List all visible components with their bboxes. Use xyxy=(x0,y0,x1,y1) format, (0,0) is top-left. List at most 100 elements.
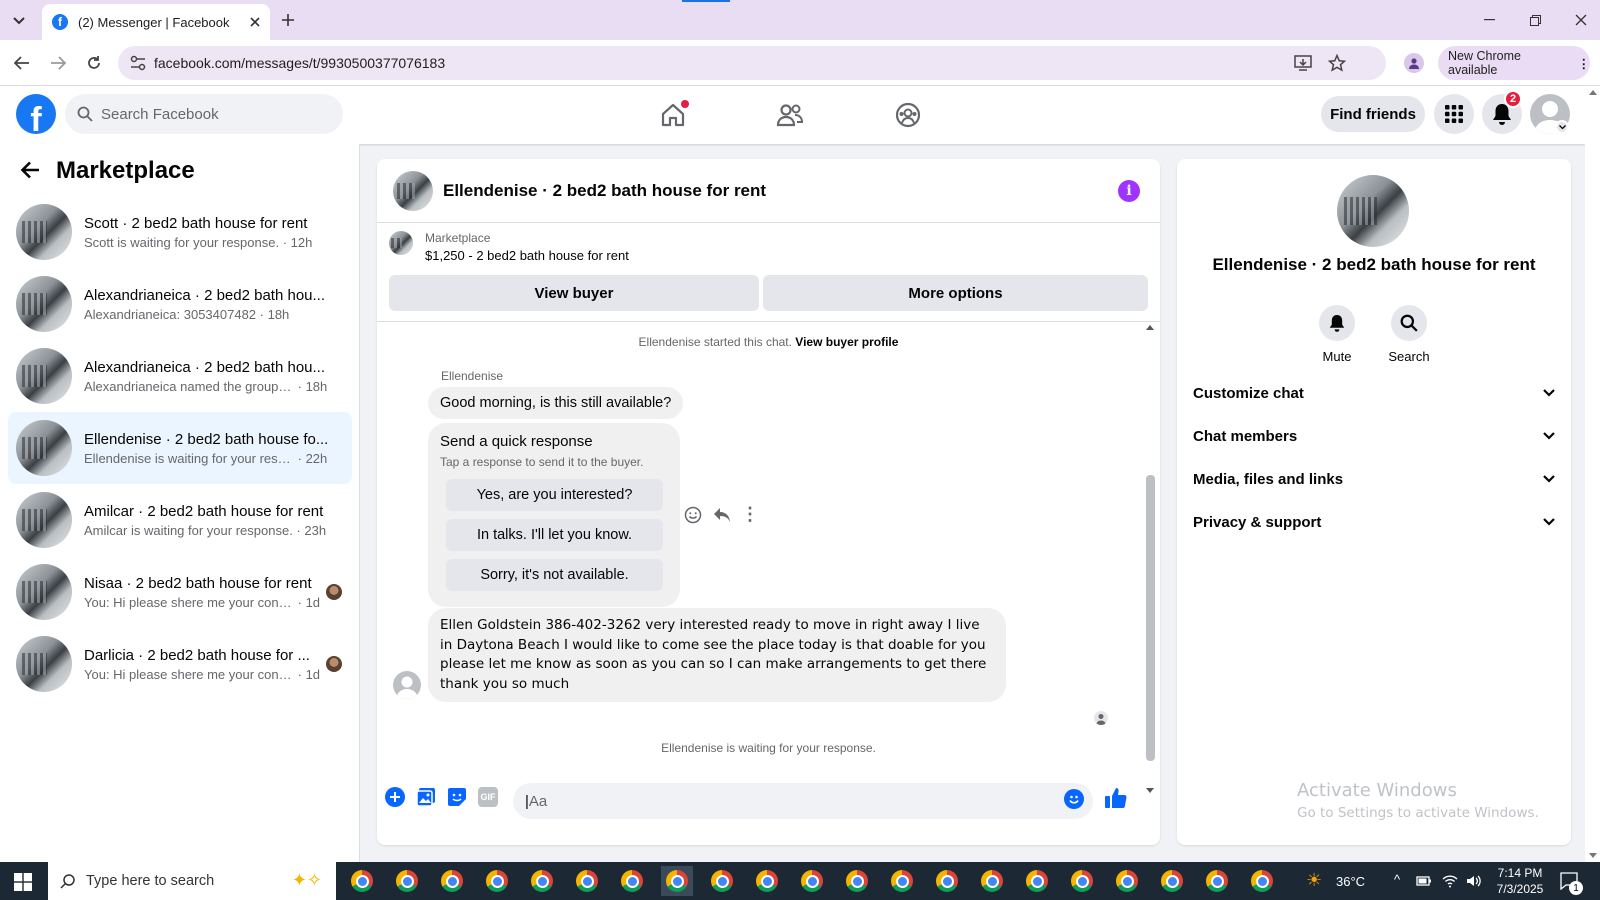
nav-friends[interactable] xyxy=(762,94,818,136)
taskbar-app-chrome[interactable] xyxy=(796,866,828,896)
restore-button[interactable] xyxy=(1512,0,1558,40)
notifications-button[interactable]: 2 xyxy=(1482,90,1522,134)
taskbar-app-chrome[interactable] xyxy=(481,866,513,896)
new-tab-button[interactable] xyxy=(277,9,299,31)
more-options-button[interactable]: More options xyxy=(763,275,1148,311)
conversation-item[interactable]: Darlicia · 2 bed2 bath house for ... You… xyxy=(8,628,352,700)
wifi-icon[interactable] xyxy=(1442,874,1458,888)
taskbar-app-chrome[interactable] xyxy=(841,866,873,896)
nav-groups[interactable] xyxy=(880,94,936,136)
chat-members-row[interactable]: Chat members xyxy=(1193,416,1555,456)
privacy-support-row[interactable]: Privacy & support xyxy=(1193,502,1555,542)
chat-title[interactable]: Ellendenise · 2 bed2 bath house for rent xyxy=(443,181,766,201)
clock[interactable]: 7:14 PM 7/3/2025 xyxy=(1492,865,1548,897)
scroll-down-arrow-icon[interactable] xyxy=(1589,853,1597,858)
react-button[interactable] xyxy=(684,506,702,524)
taskbar-app-chrome[interactable] xyxy=(526,866,558,896)
page-scrollbar[interactable] xyxy=(1585,86,1600,862)
conversation-item[interactable]: Scott · 2 bed2 bath house for rent Scott… xyxy=(8,196,352,268)
sticker-button[interactable] xyxy=(447,787,467,807)
reply-button[interactable] xyxy=(713,507,731,523)
minimize-button[interactable] xyxy=(1466,0,1512,40)
notification-center-button[interactable]: 1 xyxy=(1560,872,1583,895)
site-settings-icon[interactable] xyxy=(130,55,146,71)
back-to-chats-button[interactable] xyxy=(20,161,40,179)
taskbar-app-chrome[interactable] xyxy=(706,866,738,896)
taskbar-app-chrome-active[interactable] xyxy=(661,866,693,896)
facebook-logo[interactable]: f xyxy=(16,94,56,134)
taskbar-app-chrome[interactable] xyxy=(976,866,1008,896)
taskbar-app-chrome[interactable] xyxy=(391,866,423,896)
more-actions-icon[interactable]: ⋮ xyxy=(741,504,759,525)
media-files-links-row[interactable]: Media, files and links xyxy=(1193,459,1555,499)
close-tab-icon[interactable] xyxy=(250,17,260,27)
profile-button[interactable] xyxy=(1404,53,1424,73)
browser-tab-messenger[interactable]: f (2) Messenger | Facebook xyxy=(42,4,270,40)
nav-home[interactable] xyxy=(645,94,701,136)
taskbar-app-chrome[interactable] xyxy=(1156,866,1188,896)
bookmark-star-icon[interactable] xyxy=(1328,54,1346,72)
conversation-item[interactable]: Alexandrianeica · 2 bed2 bath hou... Ale… xyxy=(8,340,352,412)
like-button[interactable] xyxy=(1104,786,1128,810)
account-menu-chevron[interactable] xyxy=(1555,120,1569,134)
taskbar-app-chrome[interactable] xyxy=(436,866,468,896)
message-bubble[interactable]: Good morning, is this still available? xyxy=(428,387,684,419)
mute-button[interactable]: Mute xyxy=(1307,305,1367,364)
info-icon[interactable]: i xyxy=(1118,180,1140,202)
taskbar-app-chrome[interactable] xyxy=(1246,866,1278,896)
more-actions-button[interactable] xyxy=(385,787,405,807)
reply-arrow-icon xyxy=(714,508,730,522)
search-in-chat-button[interactable]: Search xyxy=(1379,305,1439,364)
weather-icon[interactable]: ☀ xyxy=(1306,870,1322,891)
facebook-search-input[interactable]: Search Facebook xyxy=(65,94,343,134)
taskbar-app-chrome[interactable] xyxy=(1066,866,1098,896)
forward-button[interactable] xyxy=(44,49,72,77)
taskbar-app-chrome[interactable] xyxy=(1111,866,1143,896)
install-app-icon[interactable] xyxy=(1294,55,1312,71)
kebab-menu-icon: ⋮ xyxy=(1577,56,1591,71)
back-button[interactable] xyxy=(8,49,36,77)
start-button[interactable] xyxy=(14,873,32,891)
taskbar-search-input[interactable]: Type here to search ✦✧ xyxy=(48,862,336,900)
battery-icon[interactable] xyxy=(1416,875,1432,887)
info-avatar[interactable] xyxy=(1337,175,1409,247)
quick-reply-button[interactable]: Sorry, it's not available. xyxy=(446,559,663,591)
taskbar-app-chrome[interactable] xyxy=(886,866,918,896)
close-window-button[interactable] xyxy=(1558,0,1600,40)
weather-temp[interactable]: 36°C xyxy=(1336,874,1365,889)
find-friends-button[interactable]: Find friends xyxy=(1321,96,1425,132)
chat-avatar[interactable] xyxy=(393,170,433,211)
view-buyer-button[interactable]: View buyer xyxy=(389,275,759,311)
taskbar-app-chrome[interactable] xyxy=(751,866,783,896)
quick-reply-button[interactable]: In talks. I'll let you know. xyxy=(446,519,663,551)
reload-button[interactable] xyxy=(80,49,108,77)
customize-chat-row[interactable]: Customize chat xyxy=(1193,373,1555,413)
volume-icon[interactable] xyxy=(1466,874,1482,888)
listing-summary: Marketplace $1,250 - 2 bed2 bath house f… xyxy=(389,231,629,263)
chat-scroll-thumb[interactable] xyxy=(1146,475,1155,761)
conversation-item[interactable]: Amilcar · 2 bed2 bath house for rent Ami… xyxy=(8,484,352,556)
view-buyer-profile-link[interactable]: View buyer profile xyxy=(795,335,898,349)
taskbar-app-chrome[interactable] xyxy=(616,866,648,896)
address-bar[interactable]: facebook.com/messages/t/9930500377076183 xyxy=(118,46,1386,80)
conversation-item[interactable]: Alexandrianeica · 2 bed2 bath hou... Ale… xyxy=(8,268,352,340)
scroll-up-arrow-icon[interactable] xyxy=(1589,90,1597,95)
message-bubble[interactable]: Ellen Goldstein 386-402-3262 very intere… xyxy=(428,608,1006,702)
show-hidden-icons-chevron-up-icon[interactable]: ^ xyxy=(1394,872,1400,887)
scroll-up-arrow-icon[interactable] xyxy=(1146,325,1154,330)
conversation-item[interactable]: Nisaa · 2 bed2 bath house for rent You: … xyxy=(8,556,352,628)
taskbar-app-chrome[interactable] xyxy=(571,866,603,896)
taskbar-app-chrome[interactable] xyxy=(1021,866,1053,896)
taskbar-app-chrome[interactable] xyxy=(1201,866,1233,896)
message-input[interactable]: | Aa xyxy=(513,783,1093,819)
new-chrome-available-button[interactable]: New Chrome available ⋮ xyxy=(1438,46,1590,80)
conversation-item-active[interactable]: Ellendenise · 2 bed2 bath house fo... El… xyxy=(8,412,352,484)
emoji-button[interactable] xyxy=(1064,789,1084,809)
menu-button[interactable] xyxy=(1434,94,1474,134)
attach-media-button[interactable] xyxy=(416,787,436,807)
taskbar-app-chrome[interactable] xyxy=(346,866,378,896)
tab-search-button[interactable] xyxy=(8,10,30,32)
gif-icon[interactable]: GIF xyxy=(478,787,498,807)
quick-reply-button[interactable]: Yes, are you interested? xyxy=(446,479,663,511)
taskbar-app-chrome[interactable] xyxy=(931,866,963,896)
